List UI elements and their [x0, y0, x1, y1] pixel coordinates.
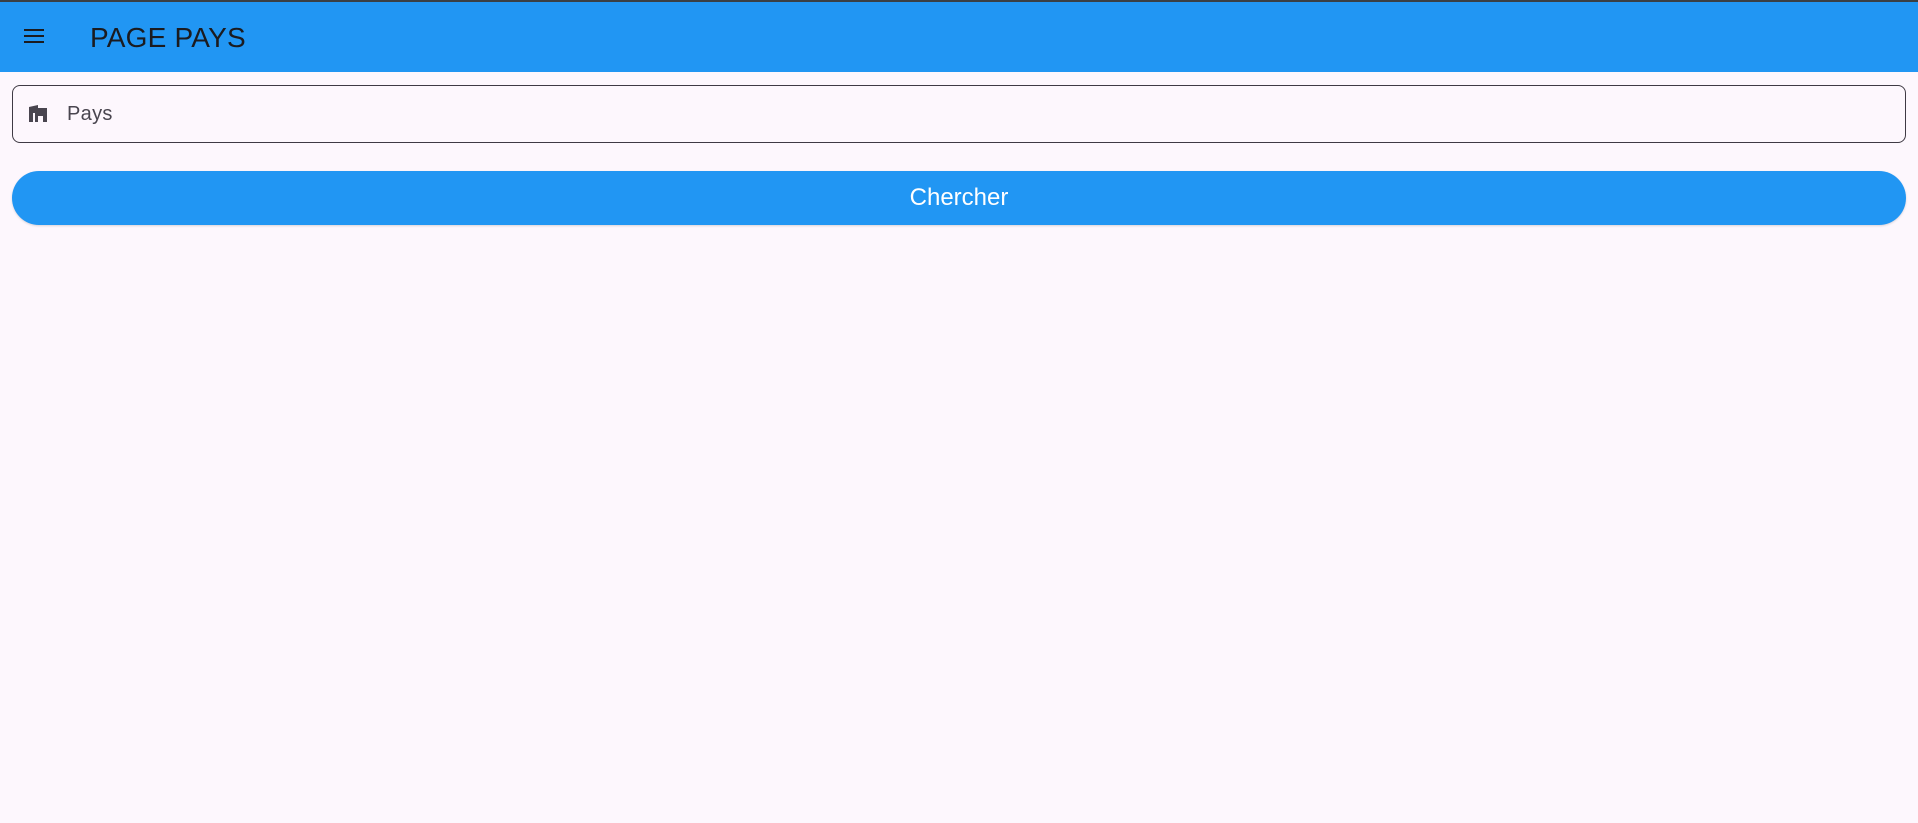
country-field[interactable] [12, 85, 1906, 143]
hamburger-menu-icon [22, 24, 46, 53]
search-button[interactable]: Chercher [12, 171, 1906, 225]
app-bar: PAGE PAYS [0, 2, 1918, 72]
country-input[interactable] [67, 94, 1847, 134]
page-title: PAGE PAYS [90, 22, 246, 53]
menu-button[interactable] [14, 18, 54, 58]
store-icon [26, 102, 50, 126]
app-window: PAGE PAYS Chercher [0, 0, 1918, 823]
